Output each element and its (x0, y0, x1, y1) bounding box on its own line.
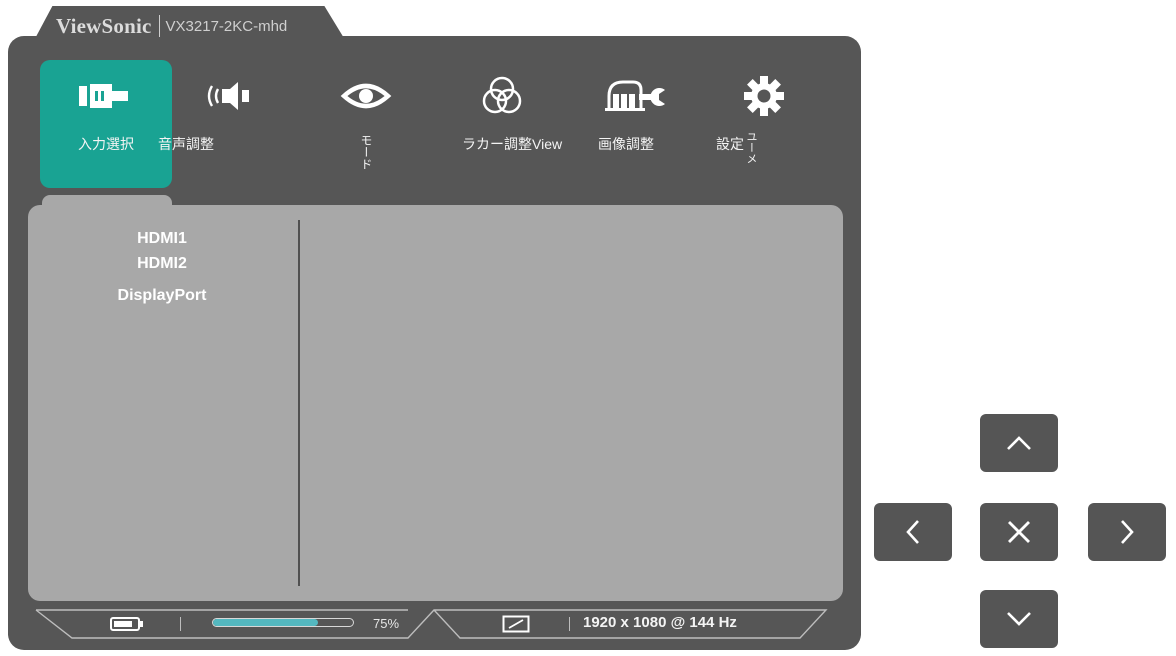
menu-label-color: ラカー調整View (462, 136, 563, 152)
close-icon (1008, 521, 1030, 543)
volume-bar (212, 618, 354, 627)
brand-logo: ViewSonic (56, 13, 152, 38)
volume-bar-fill (213, 619, 318, 626)
menu-label-audio: 音声調整 (158, 136, 214, 152)
eye-icon (310, 77, 422, 115)
menu-label-input-select: 入力選択 (78, 136, 134, 152)
menu-item-input-select[interactable]: 入力選択 (40, 60, 172, 188)
dpad-down-button[interactable] (980, 590, 1058, 648)
input-option-hdmi2[interactable]: HDMI2 (28, 251, 296, 276)
input-option-hdmi1[interactable]: HDMI1 (28, 226, 296, 251)
title-separator (158, 15, 160, 37)
aspect-ratio-icon (502, 615, 530, 638)
title-bar: ViewSonic VX3217-2KC-mhd (56, 12, 287, 40)
chevron-left-icon (906, 520, 919, 544)
color-circles-icon (446, 76, 558, 115)
menu-item-audio[interactable]: 音声調整 (158, 60, 284, 188)
chevron-up-icon (1007, 436, 1031, 450)
dpad-center-button[interactable] (980, 503, 1058, 561)
resolution-readout: 1920 x 1080 @ 144 Hz (583, 614, 737, 631)
dpad-right-button[interactable] (1088, 503, 1166, 561)
input-option-displayport[interactable]: DisplayPort (28, 283, 296, 308)
volume-value: 75% (373, 616, 400, 631)
menu-label-image: 画像調整 (598, 136, 654, 152)
model-name: VX3217-2KC-mhd (165, 17, 288, 35)
menu-label-settings: 設定ユーメ (716, 131, 757, 164)
status-separator (180, 617, 181, 631)
settings-label-suffix: ユーメ (745, 131, 757, 164)
panel-divider (298, 220, 300, 586)
menu-label-mode: モード (359, 134, 373, 170)
chevron-right-icon (1121, 520, 1134, 544)
settings-label-main: 設定 (716, 136, 744, 152)
menu-item-mode[interactable]: モード (310, 60, 422, 188)
menu-item-image[interactable]: 画像調整 (580, 60, 692, 188)
menu-item-color[interactable]: ラカー調整View (446, 60, 562, 188)
audio-speaker-icon (172, 77, 284, 115)
battery-icon (110, 617, 144, 636)
image-adjust-icon (580, 77, 692, 115)
chevron-down-icon (1007, 612, 1031, 626)
dpad-left-button[interactable] (874, 503, 952, 561)
input-source-list: HDMI1 HDMI2 DisplayPort (28, 226, 296, 308)
input-source-icon (40, 77, 172, 115)
dpad-up-button[interactable] (980, 414, 1058, 472)
status-separator-2 (569, 617, 570, 631)
menu-item-settings[interactable]: 設定ユーメ (708, 60, 820, 188)
gear-icon (708, 76, 820, 116)
screen: ViewSonic VX3217-2KC-mhd 入力選択 音声調整 モード ラ… (0, 0, 1176, 656)
